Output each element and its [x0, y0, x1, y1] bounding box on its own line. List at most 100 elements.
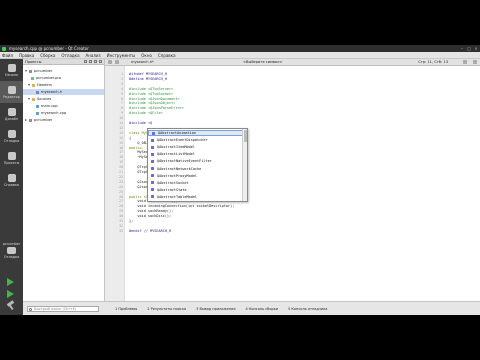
menu-tools[interactable]: Инструменты — [107, 53, 136, 58]
mouse-cursor-icon — [207, 119, 211, 124]
locator-input[interactable]: Быстрый поиск (Ctrl+K) — [27, 306, 99, 312]
tree-item-pro-file[interactable]: pcnumber.pro — [31, 75, 103, 81]
search-icon — [29, 307, 32, 311]
completion-item[interactable]: QAbstractProxyModel — [148, 173, 243, 179]
code-line[interactable]: #include <Q — [129, 121, 152, 126]
tree-item-sources[interactable]: Sources — [28, 96, 103, 102]
build-hammer-icon[interactable] — [7, 302, 15, 310]
tree-item-mysearch-cpp[interactable]: mysearch.cpp — [36, 110, 103, 116]
mode-label: Редактор — [3, 94, 20, 99]
completion-item-label: QAbstractTableModel — [157, 194, 198, 199]
mode-edit[interactable]: Редактор — [0, 81, 23, 103]
tree-item-headers[interactable]: Headers — [28, 82, 103, 88]
welcome-icon — [7, 63, 16, 72]
mode-label: Справка — [4, 182, 19, 187]
collapse-arrow-icon[interactable] — [25, 119, 27, 121]
completion-popup[interactable]: QAbstractAnimation QAbstractEventDispatch… — [147, 128, 248, 202]
minimize-icon[interactable]: – — [460, 46, 464, 51]
filter-icon[interactable] — [84, 60, 87, 63]
close-panel-icon[interactable] — [99, 60, 102, 63]
tree-item-main-cpp[interactable]: main.cpp — [36, 103, 103, 109]
menu-help[interactable]: Справка — [158, 53, 176, 58]
projects-wrench-icon — [7, 151, 16, 160]
completion-item[interactable]: QAbstractAnimation — [148, 130, 243, 136]
completion-item[interactable]: QAbstractNativeEventFilter — [148, 158, 243, 164]
close-editor-icon[interactable] — [473, 60, 477, 64]
completion-item-label: QAbstractNativeEventFilter — [157, 159, 212, 164]
completion-item[interactable]: QAbstractEventDispatcher — [148, 137, 243, 143]
mode-projects[interactable]: Проекты — [0, 147, 23, 169]
folder-icon — [32, 97, 35, 101]
tree-item-project-2[interactable]: pcnumber — [25, 117, 103, 123]
code-line[interactable]: #include <QFile> — [129, 111, 163, 116]
completion-item[interactable]: QAbstractSocket — [148, 180, 243, 186]
completion-item[interactable]: QAbstractTableModel — [148, 194, 243, 200]
scrollbar-thumb[interactable] — [244, 130, 247, 142]
output-pane-tabs: 1 Проблемы 2 Результаты поиска 3 Вывод п… — [105, 301, 480, 315]
tree-item-label: pcnumber.pro — [36, 76, 61, 80]
tab-debugger-console[interactable]: 5 Консоль отладчика — [288, 307, 327, 311]
code-line[interactable]: }; — [129, 219, 133, 224]
expand-arrow-icon[interactable] — [25, 70, 27, 72]
mode-debug[interactable]: Отладка — [0, 125, 23, 147]
split-editor-icon[interactable] — [463, 60, 467, 64]
split-icon[interactable] — [94, 60, 97, 63]
tree-item-label: pcnumber — [34, 69, 53, 73]
completion-item[interactable]: QAbstractListModel — [148, 151, 243, 157]
class-icon — [151, 195, 154, 199]
code-line[interactable]: #define MYSEARCH_H — [129, 77, 167, 82]
menu-analyze[interactable]: Анализ — [86, 53, 101, 58]
source-file-icon — [36, 104, 39, 108]
project-panel: Проекты pcnumber pcnumber.pro Headers my… — [23, 59, 105, 301]
kit-selector[interactable]: pcnumber Отладка — [0, 241, 23, 259]
tree-item-label: pcnumber — [34, 118, 53, 122]
completion-item[interactable]: QAbstractState — [148, 187, 243, 193]
open-file-combo[interactable]: mysearch.h* — [131, 60, 213, 64]
project-icon — [29, 118, 32, 122]
close-icon[interactable]: × — [474, 46, 478, 51]
window-title: mysearch.cpp @ pcnumber - Qt Creator — [9, 46, 89, 51]
tab-search-results[interactable]: 2 Результаты поиска — [147, 307, 186, 311]
link-icon[interactable] — [89, 60, 92, 63]
project-panel-title[interactable]: Проекты — [25, 60, 42, 64]
tab-compile-output[interactable]: 4 Консоль сборки — [246, 307, 279, 311]
tree-item-label: main.cpp — [41, 104, 58, 108]
expand-arrow-icon[interactable] — [28, 98, 30, 100]
completion-item[interactable]: QAbstractItemModel — [148, 144, 243, 150]
editor-toolbar: mysearch.h* <Выберите символ> Стр: 11, С… — [105, 59, 480, 66]
qt-creator-icon — [2, 46, 6, 51]
menu-debug[interactable]: Отладка — [61, 53, 79, 58]
qt-creator-window: mysearch.cpp @ pcnumber - Qt Creator – □… — [0, 45, 480, 315]
nav-back-icon[interactable] — [108, 60, 112, 64]
mode-design[interactable]: Дизайн — [0, 103, 23, 125]
completion-item[interactable]: QAbstractNetworkCache — [148, 166, 243, 172]
source-file-icon — [36, 111, 39, 115]
completion-scrollbar[interactable] — [242, 129, 247, 201]
debug-run-icon[interactable] — [7, 290, 14, 298]
menu-file[interactable]: Файл — [2, 53, 13, 58]
menu-bar: Файл Правка Сборка Отладка Анализ Инстру… — [0, 52, 480, 59]
maximize-icon[interactable]: □ — [467, 46, 471, 51]
tree-item-project[interactable]: pcnumber — [25, 68, 103, 74]
tab-issues[interactable]: 1 Проблемы — [115, 307, 137, 311]
header-file-icon — [36, 90, 39, 94]
edit-icon — [7, 85, 16, 94]
code-line[interactable]: void sockDisc(); — [129, 214, 171, 219]
mode-welcome[interactable]: Начало — [0, 59, 23, 81]
completion-item-label: QAbstractEventDispatcher — [157, 138, 208, 143]
tree-item-label: Sources — [37, 97, 52, 101]
nav-forward-icon[interactable] — [115, 60, 119, 64]
completion-item-label: QAbstractProxyModel — [157, 173, 198, 178]
class-icon — [151, 145, 154, 149]
project-panel-header: Проекты — [23, 59, 104, 65]
expand-arrow-icon[interactable] — [28, 84, 30, 86]
symbol-combo[interactable]: <Выберите символ> — [243, 60, 282, 64]
run-icon[interactable] — [7, 278, 14, 286]
code-line[interactable]: #endif // MYSEARCH_H — [129, 229, 171, 234]
menu-edit[interactable]: Правка — [19, 53, 34, 58]
menu-window[interactable]: Окно — [141, 53, 152, 58]
mode-help[interactable]: Справка — [0, 169, 23, 191]
menu-build[interactable]: Сборка — [40, 53, 55, 58]
tab-application-output[interactable]: 3 Вывод приложения — [196, 307, 235, 311]
tree-item-mysearch-h[interactable]: mysearch.h — [23, 89, 104, 95]
